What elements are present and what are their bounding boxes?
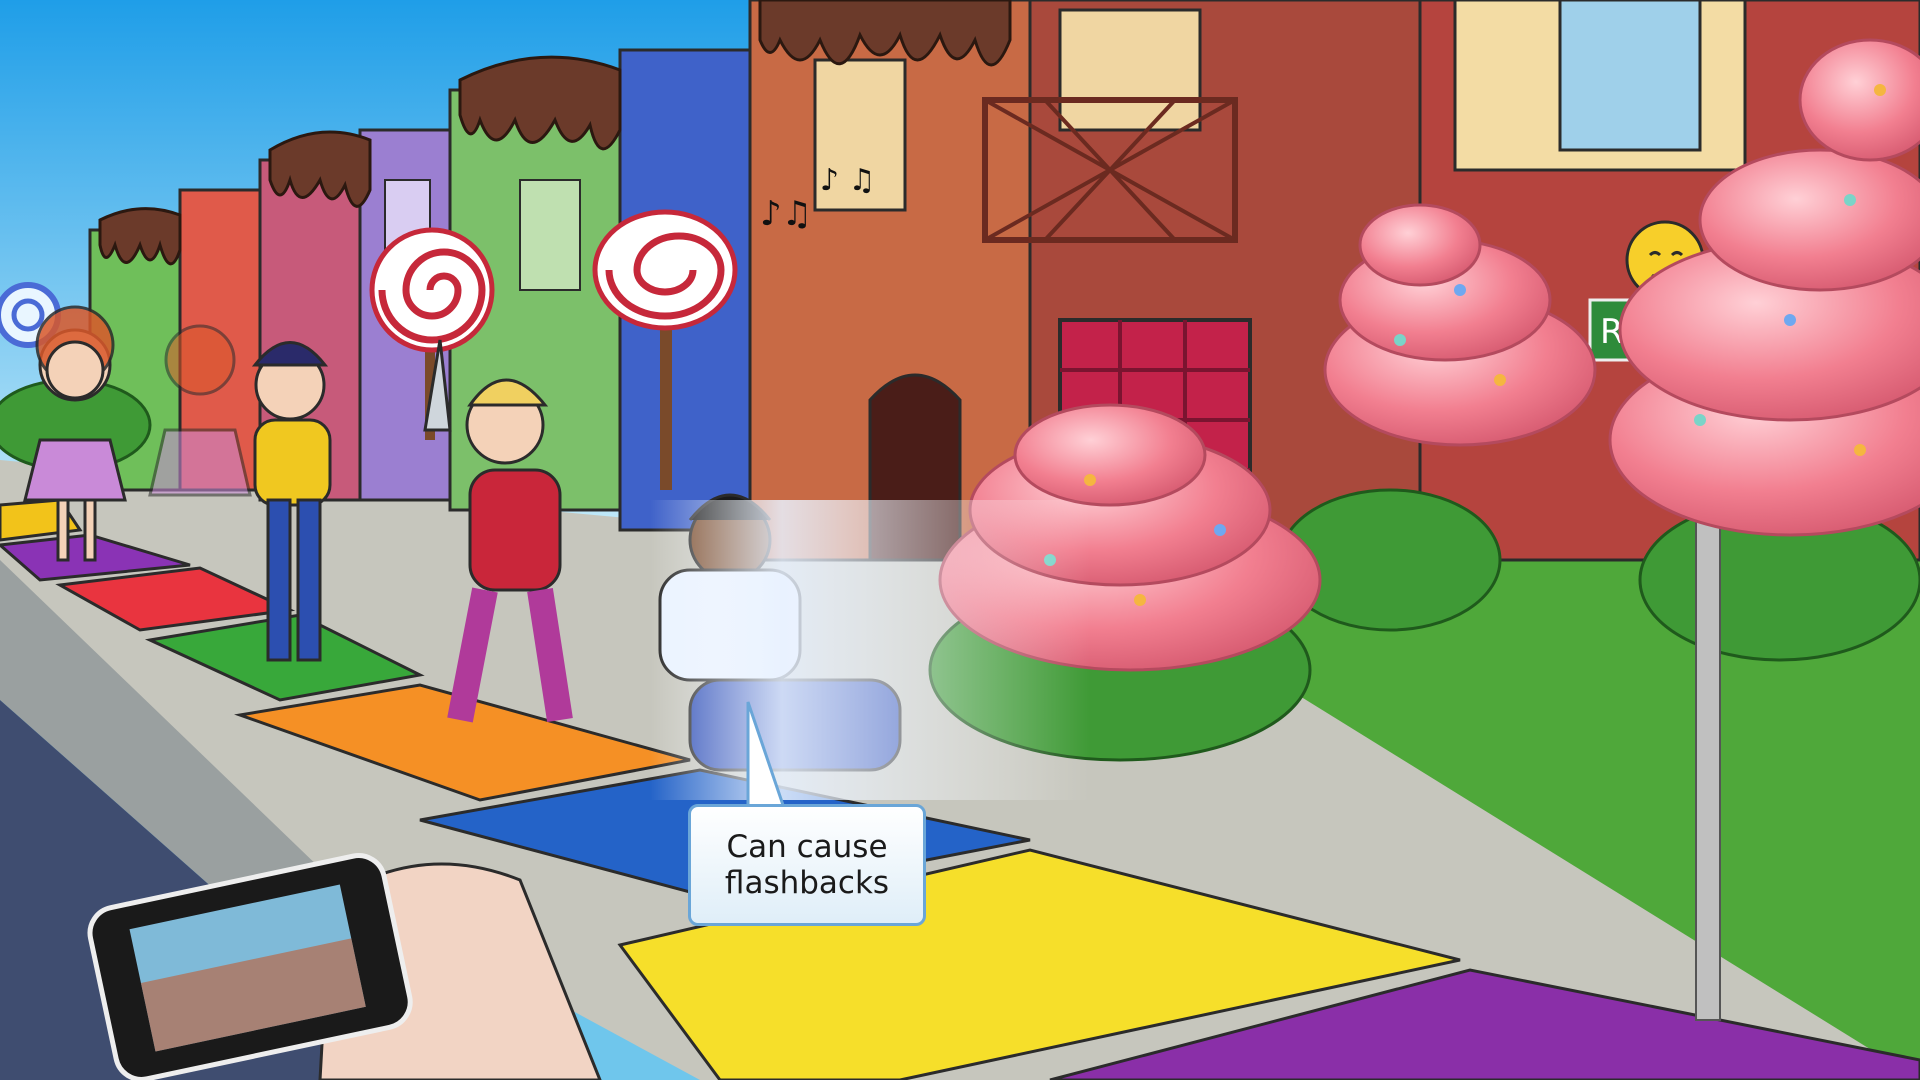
caption-callout: Can cause flashbacks [688,804,926,926]
svg-text:♪ ♫: ♪ ♫ [820,163,876,198]
callout-line-2: flashbacks [724,865,890,901]
callout-line-1: Can cause [726,829,888,865]
svg-text:♪♫: ♪♫ [760,194,812,234]
motion-blur [650,500,1090,800]
cartoon-street-scene: ♪♫ ♪ ♫ RS [0,0,1920,1080]
callout-pointer [746,701,787,810]
